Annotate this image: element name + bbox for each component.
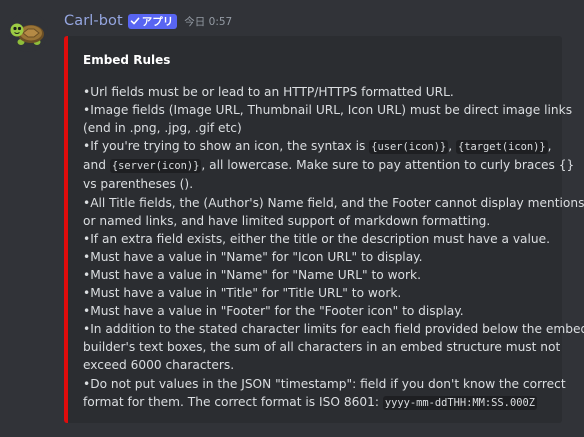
message-header: Carl-bot アプリ 今日 0:57 [64,11,232,31]
embed-line: •If an extra field exists, either the ti… [83,230,559,248]
turtle-icon [8,12,48,52]
embed-text: , [547,139,552,154]
embed: Embed Rules •Url fields must be or lead … [64,36,584,423]
embed-line: •Must have a value in "Footer" for the "… [83,302,559,320]
embed-line: builder's text boxes, the sum of all cha… [83,338,561,356]
app-badge-label: アプリ [141,15,174,28]
embed-line: •Must have a value in "Title" for "Title… [83,284,559,302]
check-icon [130,17,140,25]
embed-line: exceed 6000 characters. [83,356,559,374]
embed-line: •Do not put values in the JSON "timestam… [83,375,566,393]
embed-line: and {server(icon)}, all lowercase. Make … [83,156,574,175]
embed-line: •In addition to the stated character lim… [83,320,584,338]
embed-line: vs parentheses (). [83,175,559,193]
embed-line: •If you're trying to show an icon, the s… [83,137,559,156]
embed-text: (end in .png, .jpg, .gif etc) [83,121,242,136]
embed-line: format for them. The correct format is I… [83,393,559,412]
embed-text: •Must have a value in "Name" for "Name U… [83,267,421,282]
embed-text: exceed 6000 characters. [83,358,235,373]
embed-text: •Must have a value in "Name" for "Icon U… [83,249,423,264]
embed-description: •Url fields must be or lead to an HTTP/H… [83,83,584,412]
embed-text: •Image fields (Image URL, Thumbnail URL,… [83,103,573,118]
embed-line: •All Title fields, the (Author's) Name f… [83,194,584,212]
embed-title: Embed Rules [83,53,171,67]
inline-code: {server(icon)} [109,159,202,174]
embed-line: •Url fields must be or lead to an HTTP/H… [83,83,559,101]
embed-text: format for them. The correct format is I… [83,394,383,409]
embed-line: •Must have a value in "Name" for "Name U… [83,266,559,284]
inline-code: yyyy-mm-ddTHH:MM:SS.000Z [382,395,537,410]
timestamp[interactable]: 今日 0:57 [184,14,232,29]
embed-text: •All Title fields, the (Author's) Name f… [83,195,584,210]
inline-code: {target(icon)} [456,140,548,155]
embed-text: •If you're trying to show an icon, the s… [83,139,370,154]
embed-line: •Must have a value in "Name" for "Icon U… [83,248,559,266]
embed-text: or named links, and have limited support… [83,213,491,228]
inline-code: {user(icon)} [369,140,449,155]
embed-text: , [448,139,457,154]
embed-text: vs parentheses (). [83,177,194,192]
embed-text: •Must have a value in "Title" for "Title… [83,286,402,301]
embed-text: and [83,158,110,173]
chat-message: Carl-bot アプリ 今日 0:57 Embed Rules •Url fi… [0,0,584,437]
app-badge: アプリ [127,13,178,29]
embed-text: •Url fields must be or lead to an HTTP/H… [83,85,454,99]
embed-text: builder's text boxes, the sum of all cha… [83,340,561,355]
embed-text: •Must have a value in "Footer" for the "… [83,304,464,319]
avatar[interactable] [8,12,48,52]
embed-text: •If an extra field exists, either the ti… [83,231,551,246]
username[interactable]: Carl-bot [64,13,123,29]
embed-text: , all lowercase. Make sure to pay attent… [201,158,575,173]
embed-text: •In addition to the stated character lim… [83,322,584,337]
embed-line: •Image fields (Image URL, Thumbnail URL,… [83,101,572,119]
embed-text: •Do not put values in the JSON "timestam… [83,376,566,391]
embed-line: (end in .png, .jpg, .gif etc) [83,119,559,137]
embed-line: or named links, and have limited support… [83,212,559,230]
